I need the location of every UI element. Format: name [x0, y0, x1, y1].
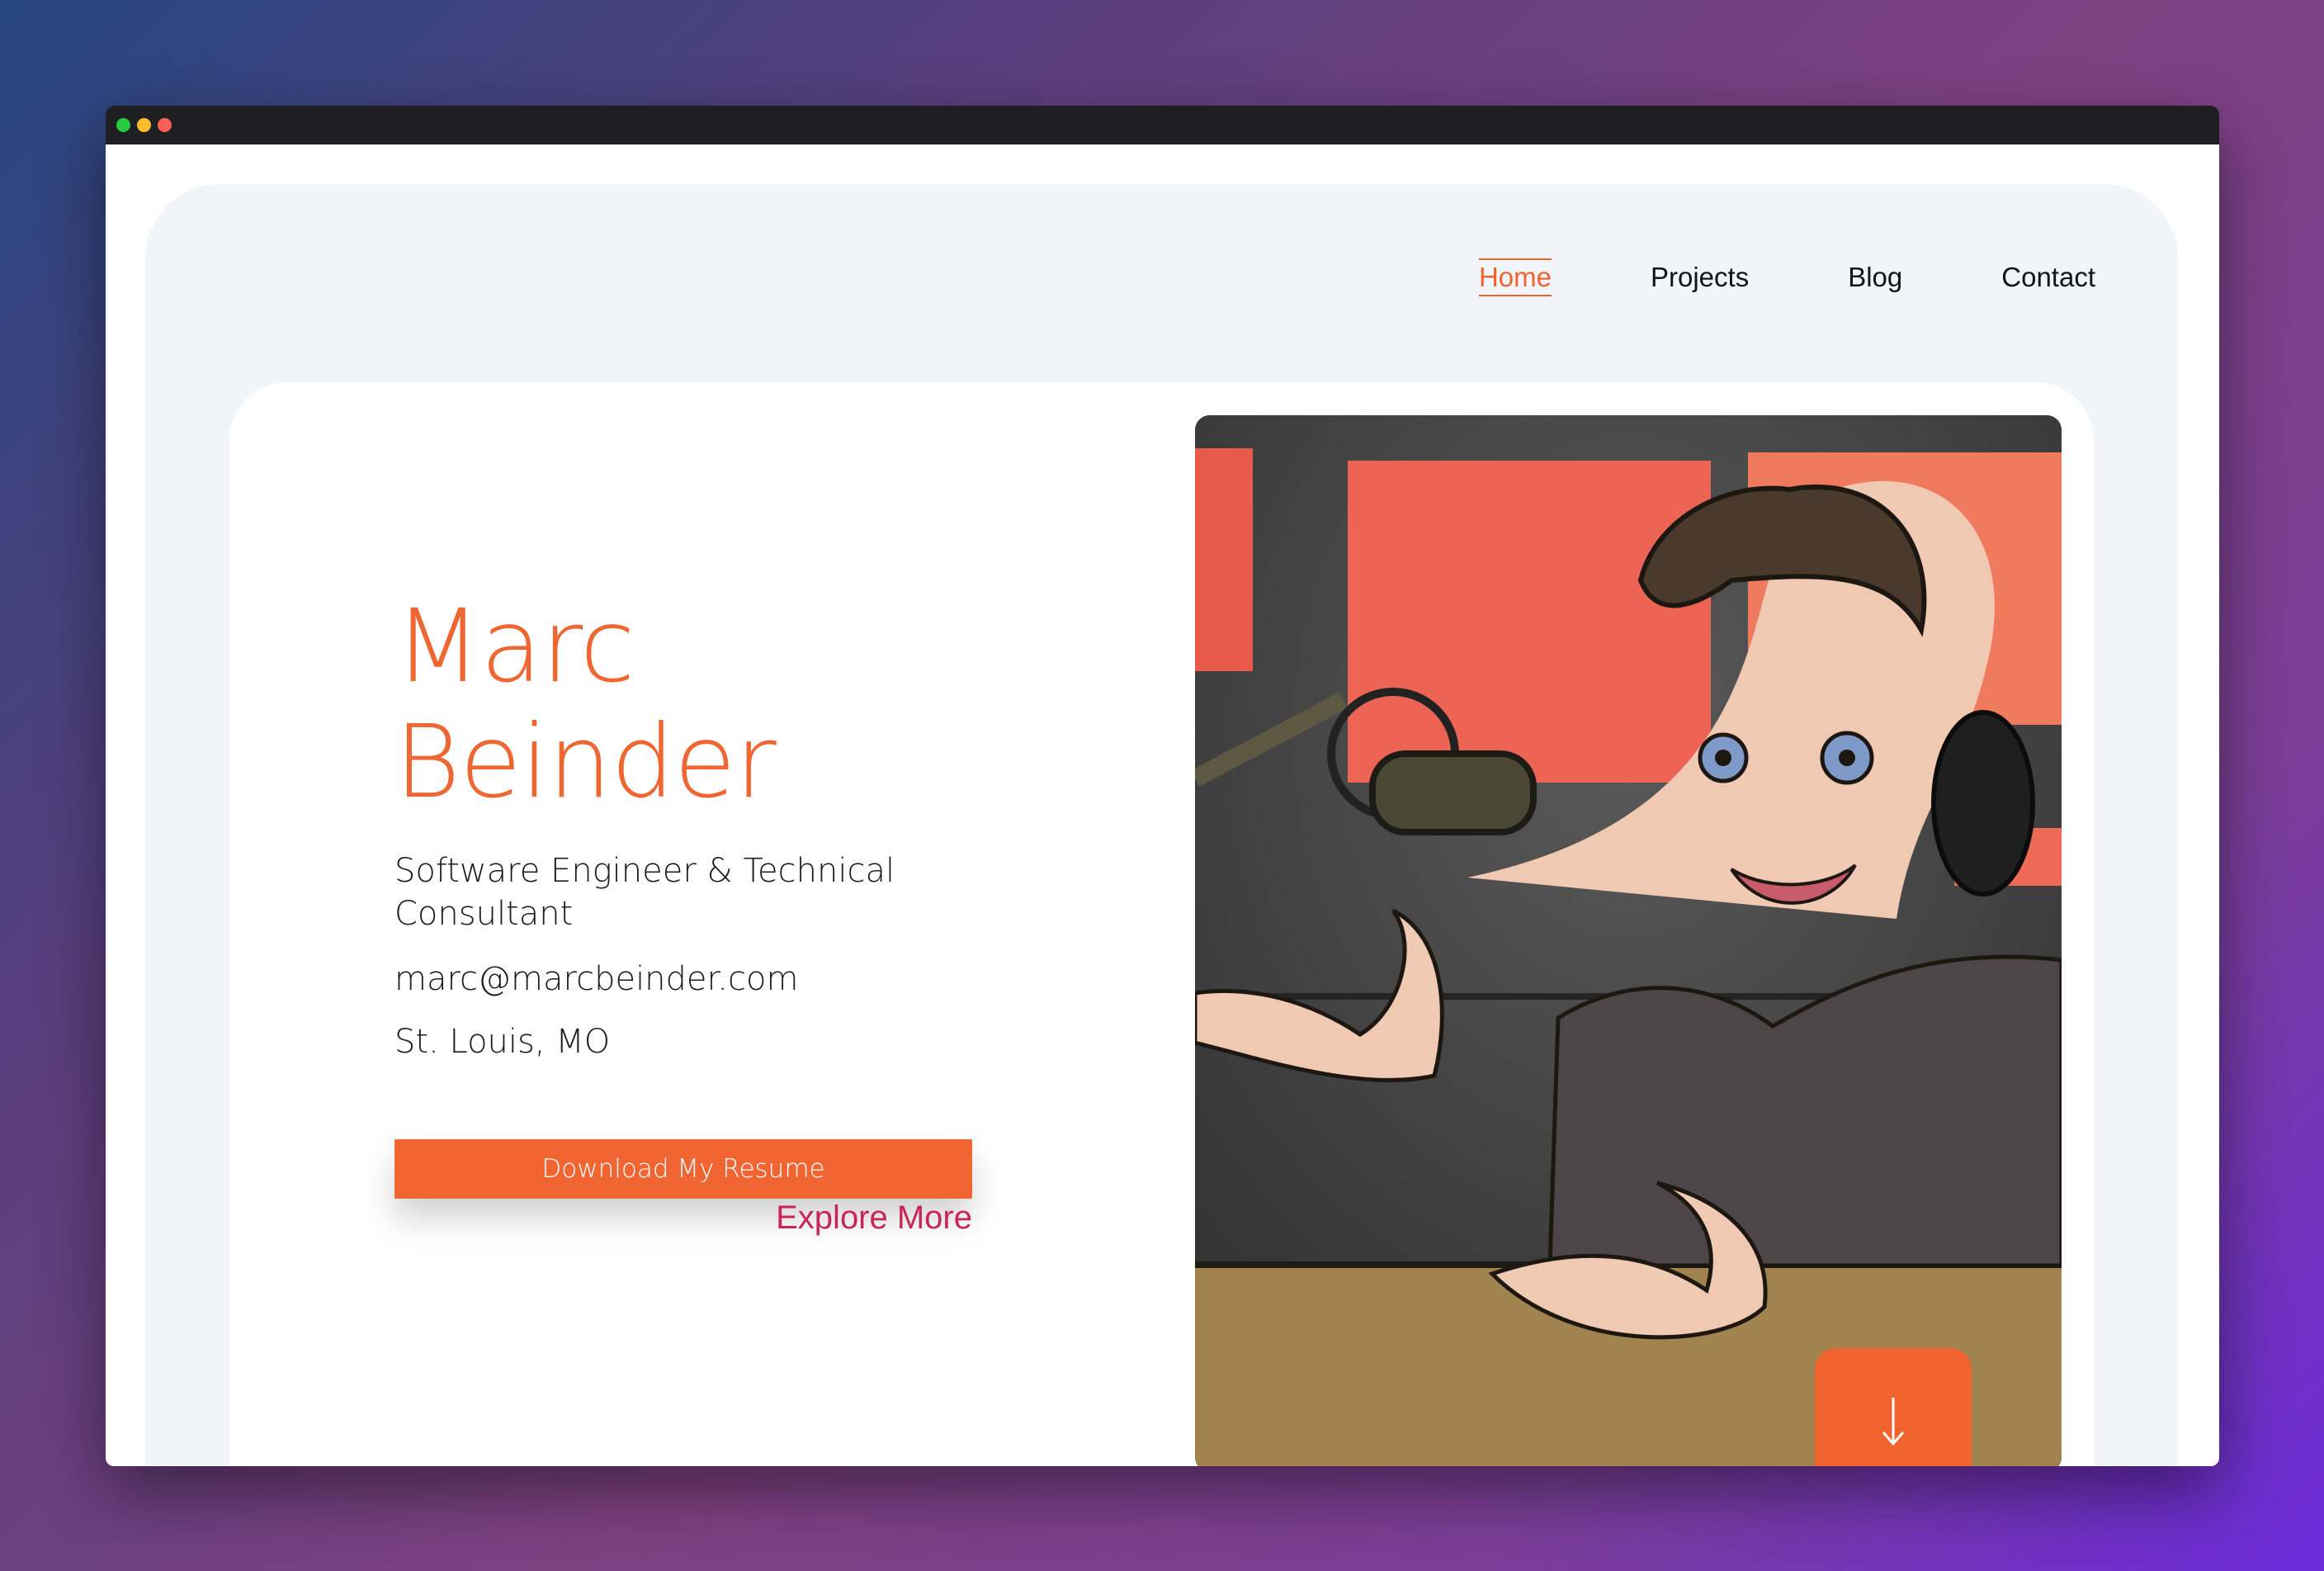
nav-blog[interactable]: Blog	[1848, 260, 1902, 295]
explore-more-link[interactable]: Explore More	[394, 1183, 972, 1237]
arrow-down-icon	[1882, 1398, 1905, 1446]
last-name: Beinder	[394, 703, 777, 821]
browser-window: Home Projects Blog Contact Marc Beinder …	[106, 106, 2219, 1466]
main-nav: Home Projects Blog Contact	[1478, 258, 2095, 296]
portrait-art-icon	[1195, 415, 2062, 1466]
first-name: Marc	[394, 588, 635, 705]
nav-projects[interactable]: Projects	[1651, 260, 1749, 295]
hero-intro: Marc Beinder Software Engineer & Technic…	[394, 589, 989, 1061]
window-titlebar	[106, 106, 2219, 144]
nav-contact[interactable]: Contact	[2001, 260, 2095, 295]
scroll-down-button[interactable]	[1815, 1348, 1972, 1466]
minimize-dot-icon[interactable]	[137, 118, 151, 132]
hero-name: Marc Beinder	[394, 589, 989, 820]
close-dot-icon[interactable]	[116, 118, 130, 132]
hero-card: Marc Beinder Software Engineer & Technic…	[229, 382, 2094, 1466]
explore-more-label: Explore More	[776, 1200, 972, 1236]
email-address: marc@marcbeinder.com	[394, 960, 799, 998]
location: St. Louis, MO	[394, 1023, 611, 1061]
job-title: Software Engineer & Technical Consultant	[394, 852, 895, 933]
portrait-illustration	[1195, 415, 2062, 1466]
nav-home[interactable]: Home	[1478, 258, 1552, 296]
maximize-dot-icon[interactable]	[158, 118, 172, 132]
page-background: Home Projects Blog Contact Marc Beinder …	[145, 184, 2178, 1466]
